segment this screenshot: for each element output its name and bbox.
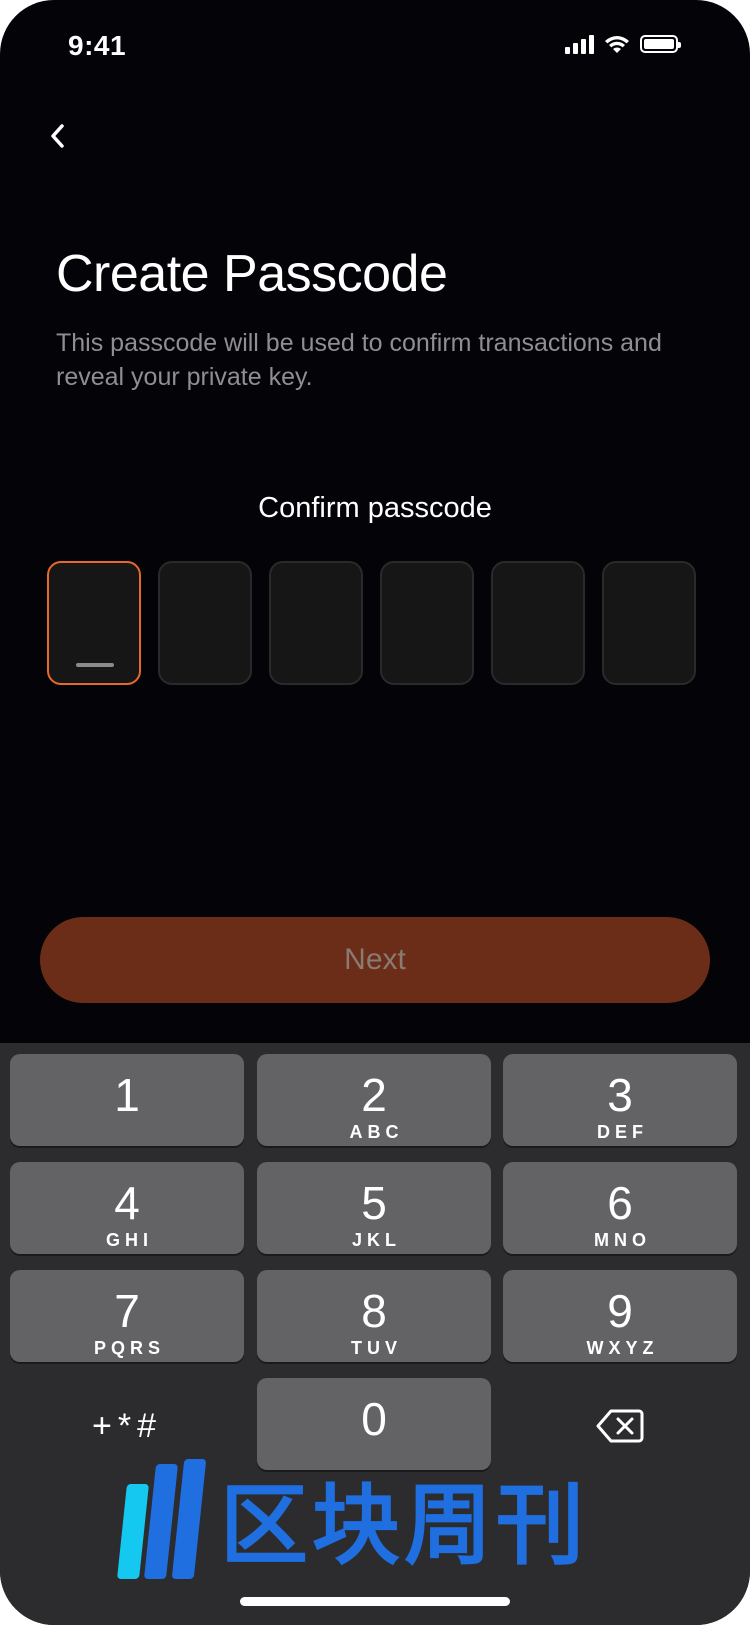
wifi-icon — [605, 36, 629, 53]
key-digit: 6 — [607, 1177, 633, 1229]
watermark-text: 区块周刊 — [220, 1474, 589, 1577]
key-digit: 0 — [361, 1393, 387, 1445]
key-letters: PQRS — [93, 1338, 165, 1358]
page-title: Create Passcode — [56, 245, 448, 303]
key-digit: 2 — [361, 1069, 387, 1121]
key-digit: 1 — [114, 1069, 140, 1121]
confirm-passcode-label: Confirm passcode — [258, 492, 492, 524]
key-2[interactable]: 2 ABC — [257, 1054, 491, 1146]
key-1[interactable]: 1 — [10, 1054, 244, 1146]
key-digit: 8 — [361, 1285, 387, 1337]
key-letters: ABC — [349, 1122, 404, 1142]
passcode-digit-box[interactable] — [269, 561, 363, 685]
status-icons — [565, 34, 681, 54]
home-indicator[interactable] — [240, 1597, 510, 1606]
key-8[interactable]: 8 TUV — [257, 1270, 491, 1362]
key-letters: WXYZ — [586, 1338, 659, 1358]
key-6[interactable]: 6 MNO — [503, 1162, 737, 1254]
next-button[interactable]: Next — [40, 917, 710, 1003]
passcode-input[interactable] — [47, 561, 696, 685]
backspace-icon — [596, 1409, 644, 1443]
key-letters: MNO — [594, 1230, 651, 1250]
key-7[interactable]: 7 PQRS — [10, 1270, 244, 1362]
key-digit: 9 — [607, 1285, 633, 1337]
key-letters: JKL — [351, 1230, 401, 1250]
key-letters: DEF — [597, 1122, 648, 1142]
text-cursor — [76, 663, 114, 667]
phone-screen: 9:41 Create Passcode This passcode will … — [0, 0, 750, 1625]
key-9[interactable]: 9 WXYZ — [503, 1270, 737, 1362]
passcode-digit-box[interactable] — [491, 561, 585, 685]
status-time: 9:41 — [68, 30, 127, 61]
passcode-digit-box[interactable] — [602, 561, 696, 685]
key-4[interactable]: 4 GHI — [10, 1162, 244, 1254]
chevron-left-icon — [51, 124, 64, 148]
key-digit: 3 — [607, 1069, 633, 1121]
key-digit: 4 — [114, 1177, 140, 1229]
battery-icon — [640, 35, 681, 53]
key-letters: GHI — [105, 1230, 153, 1250]
page-subtitle: This passcode will be used to confirm tr… — [56, 329, 662, 391]
key-5[interactable]: 5 JKL — [257, 1162, 491, 1254]
watermark: 区块周刊 — [117, 1455, 589, 1582]
passcode-digit-box[interactable] — [380, 561, 474, 685]
key-3[interactable]: 3 DEF — [503, 1054, 737, 1146]
back-button[interactable] — [40, 118, 76, 154]
watermark-logo — [117, 1458, 207, 1579]
passcode-digit-box[interactable] — [47, 561, 141, 685]
signal-icon — [565, 34, 594, 54]
passcode-digit-box[interactable] — [158, 561, 252, 685]
key-digit: 7 — [114, 1285, 140, 1337]
key-letters: TUV — [351, 1338, 402, 1358]
key-digit: 5 — [361, 1177, 387, 1229]
